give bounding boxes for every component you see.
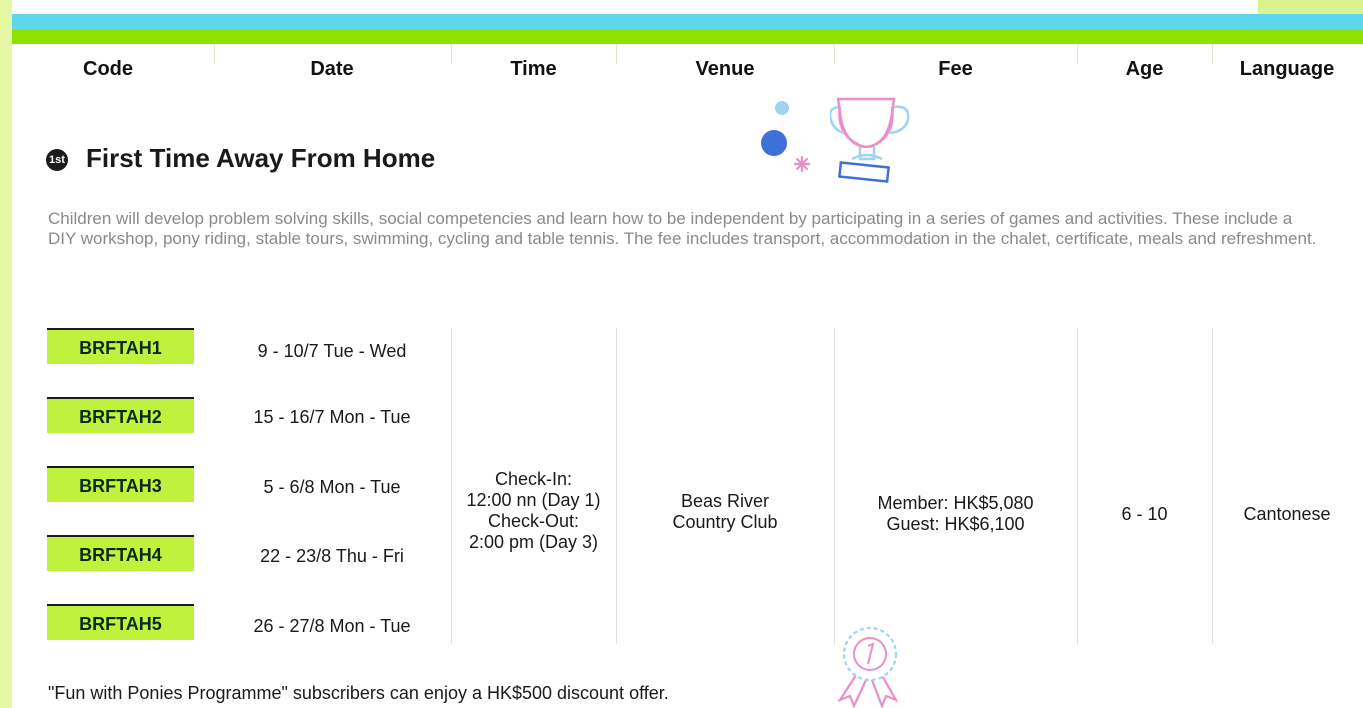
course-code-badge: BRFTAH5 (47, 604, 194, 640)
session-date: 22 - 23/8 Thu - Fri (260, 546, 404, 566)
column-divider (834, 328, 835, 644)
fee-line: Member: HK$5,080 (877, 493, 1034, 513)
discount-note: "Fun with Ponies Programme" subscribers … (48, 683, 669, 703)
decorative-dots (761, 101, 811, 173)
ordinal-badge-icon: 1st (46, 149, 68, 171)
column-divider (1077, 328, 1078, 644)
venue-line: Country Club (672, 512, 778, 532)
time-line: Check-Out: (487, 511, 580, 531)
header-venue: Venue (695, 58, 755, 80)
header-date: Date (310, 58, 354, 80)
header-time: Time (510, 58, 557, 80)
column-divider (1212, 328, 1213, 644)
header-corner (1258, 0, 1363, 14)
course-code-badge: BRFTAH2 (47, 397, 194, 433)
venue-line: Beas River (680, 491, 770, 511)
time-line: Check-In: (494, 469, 573, 489)
time-line: 12:00 nn (Day 1) (466, 490, 601, 510)
time-cell: Check-In: 12:00 nn (Day 1) Check-Out: 2:… (451, 469, 616, 553)
age-cell: 6 - 10 (1121, 504, 1168, 524)
session-date: 15 - 16/7 Mon - Tue (253, 407, 411, 427)
header-bar-blue (12, 14, 1363, 30)
session-date: 26 - 27/8 Mon - Tue (253, 616, 411, 636)
section-description: Children will develop problem solving sk… (48, 209, 1317, 248)
course-code-badge: BRFTAH1 (47, 328, 194, 364)
venue-cell: Beas River Country Club (616, 491, 834, 533)
fee-cell: Member: HK$5,080 Guest: HK$6,100 (834, 493, 1077, 535)
course-code-badge: BRFTAH3 (47, 466, 194, 502)
header-age: Age (1125, 58, 1164, 80)
trophy-icon (830, 97, 910, 183)
header-bar-green (12, 30, 1363, 44)
course-code-badge: BRFTAH4 (47, 535, 194, 571)
rosette-icon (837, 626, 899, 708)
fee-line: Guest: HK$6,100 (886, 514, 1025, 534)
header-fee: Fee (938, 58, 973, 80)
session-date: 9 - 10/7 Tue - Wed (257, 341, 407, 361)
column-divider (616, 328, 617, 644)
session-date: 5 - 6/8 Mon - Tue (263, 477, 401, 497)
header-code: Code (83, 58, 133, 80)
section-title: First Time Away From Home (86, 143, 436, 173)
time-line: 2:00 pm (Day 3) (468, 532, 599, 552)
header-language: Language (1239, 58, 1335, 80)
language-cell: Cantonese (1243, 504, 1331, 524)
